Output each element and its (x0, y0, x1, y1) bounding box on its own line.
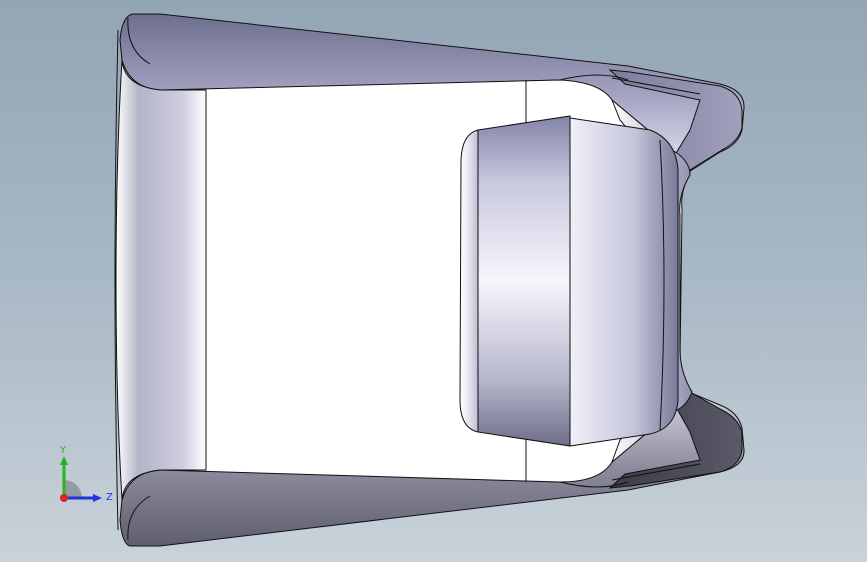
hub-cone (477, 115, 571, 447)
orientation-triad: Y Z (59, 445, 113, 503)
left-side-surface (115, 59, 207, 501)
z-axis-label: Z (106, 492, 113, 503)
graphics-viewport[interactable]: Y Z (0, 0, 867, 562)
3d-part-model[interactable] (0, 0, 867, 562)
y-axis-label: Y (59, 445, 67, 456)
x-axis-dot (60, 494, 68, 502)
hub-front-face (459, 129, 479, 433)
